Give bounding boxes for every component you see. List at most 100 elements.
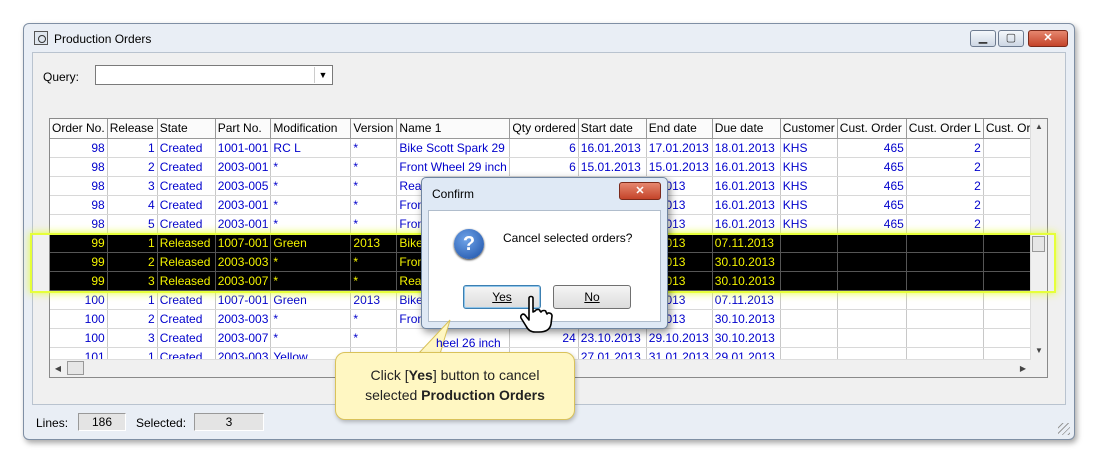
table-cell: 465 [837, 214, 907, 234]
column-header[interactable]: Qty ordered [509, 119, 579, 139]
column-header[interactable]: Part No. [215, 119, 272, 139]
no-button[interactable]: No [553, 285, 631, 309]
table-cell: 16.01.2013 [712, 214, 781, 234]
table-cell: Created [157, 328, 216, 348]
selected-label: Selected: [136, 416, 187, 430]
column-header[interactable]: Version [350, 119, 398, 139]
table-cell: * [350, 157, 398, 177]
table-cell: 2 [906, 176, 984, 196]
table-cell: 2003-007 [215, 328, 272, 348]
table-cell: 2 [107, 157, 158, 177]
scroll-down-icon[interactable]: ▼ [1031, 343, 1047, 359]
table-cell: 1007-001 [215, 233, 272, 253]
resize-grip-icon[interactable] [1058, 423, 1070, 435]
table-cell: KHS [780, 195, 838, 215]
table-cell: * [350, 195, 398, 215]
selected-count: 3 [194, 413, 264, 431]
vertical-scrollbar[interactable]: ▲ ▼ [1030, 119, 1047, 377]
table-cell: Created [157, 195, 216, 215]
window-title: Production Orders [54, 32, 152, 46]
scroll-right-icon[interactable]: ▶ [1015, 360, 1031, 377]
table-row[interactable]: 98 2 Created 2003-001 * * Front Wheel 29 inch 6… [50, 157, 1047, 177]
column-header[interactable]: Customer [780, 119, 838, 139]
column-header[interactable]: Cust. Order L [906, 119, 984, 139]
table-cell: 30.10.2013 [712, 309, 781, 329]
table-cell: * [350, 138, 398, 158]
table-cell: KHS [780, 214, 838, 234]
table-cell [837, 252, 907, 272]
table-cell [906, 309, 984, 329]
table-cell: 18.01.2013 [712, 138, 781, 158]
table-cell: * [350, 328, 398, 348]
table-cell: 30.10.2013 [712, 252, 781, 272]
scroll-up-icon[interactable]: ▲ [1031, 119, 1047, 135]
table-cell: Released [157, 271, 216, 291]
table-cell: 2003-001 [215, 195, 272, 215]
lines-label: Lines: [36, 416, 69, 430]
table-cell: * [350, 176, 398, 196]
title-bar: Production Orders ▁ ▢ ✕ [24, 24, 1074, 50]
table-cell: Created [157, 214, 216, 234]
column-header[interactable]: Order No. [50, 119, 108, 139]
table-cell: 16.01.2013 [578, 138, 647, 158]
table-cell: 99 [50, 252, 108, 272]
table-cell [780, 252, 838, 272]
minimize-button[interactable]: ▁ [970, 30, 996, 47]
column-header[interactable]: Due date [712, 119, 781, 139]
table-cell: 2013 [350, 290, 398, 310]
hand-cursor-icon [520, 295, 553, 333]
chevron-down-icon[interactable]: ▼ [314, 67, 331, 83]
table-cell: * [270, 214, 352, 234]
table-cell: 2003-003 [215, 309, 272, 329]
table-cell [906, 328, 984, 348]
column-header[interactable]: Cust. Order [837, 119, 907, 139]
table-cell: Front Wheel 29 inch [396, 157, 511, 177]
table-cell: Green [270, 233, 352, 253]
table-cell: 465 [837, 195, 907, 215]
table-header-row: Order No. Release State Part No. Modificatio… [50, 119, 1047, 139]
minimize-icon: ▁ [978, 32, 988, 44]
table-cell: * [270, 157, 352, 177]
table-cell: 2 [906, 157, 984, 177]
table-cell: Created [157, 157, 216, 177]
table-cell: 2 [107, 252, 158, 272]
table-cell: Created [157, 138, 216, 158]
table-cell: 30.10.2013 [712, 328, 781, 348]
column-header[interactable]: Start date [578, 119, 647, 139]
table-cell: 16.01.2013 [712, 195, 781, 215]
dialog-close-button[interactable]: ✕ [619, 182, 661, 200]
table-cell [906, 290, 984, 310]
query-label: Query: [43, 70, 80, 84]
scroll-left-icon[interactable]: ◀ [50, 360, 66, 377]
column-header[interactable]: Modification [270, 119, 352, 139]
table-cell: 2003-005 [215, 176, 272, 196]
column-header[interactable]: State [157, 119, 216, 139]
horizontal-scroll-thumb[interactable] [67, 361, 84, 375]
table-cell: 99 [50, 233, 108, 253]
partial-row-text: heel 26 inch [436, 336, 501, 350]
column-header[interactable]: Release [107, 119, 158, 139]
table-cell: * [270, 252, 352, 272]
close-icon: ✕ [1043, 32, 1053, 44]
table-row[interactable]: 98 1 Created 1001-001 RC L * Bike Scott Spark … [50, 138, 1047, 158]
table-cell: 16.01.2013 [712, 157, 781, 177]
table-cell: 15.01.2013 [578, 157, 647, 177]
maximize-button[interactable]: ▢ [998, 30, 1024, 47]
query-select[interactable]: ▼ [95, 65, 333, 85]
column-header[interactable]: Name 1 [396, 119, 511, 139]
table-cell: 3 [107, 271, 158, 291]
close-button[interactable]: ✕ [1028, 30, 1068, 47]
table-cell: 15.01.2013 [646, 157, 713, 177]
table-cell: Created [157, 176, 216, 196]
vertical-scroll-thumb[interactable] [1032, 236, 1045, 252]
table-cell: 1 [107, 138, 158, 158]
table-cell: Green [270, 290, 352, 310]
column-header[interactable]: End date [646, 119, 713, 139]
table-cell: * [350, 271, 398, 291]
table-cell [780, 271, 838, 291]
table-cell: 98 [50, 138, 108, 158]
yes-button-label: Yes [492, 290, 512, 304]
instruction-callout: Click [Yes] button to cancel selected Pr… [335, 352, 575, 420]
table-cell: 1001-001 [215, 138, 272, 158]
table-cell: * [270, 271, 352, 291]
